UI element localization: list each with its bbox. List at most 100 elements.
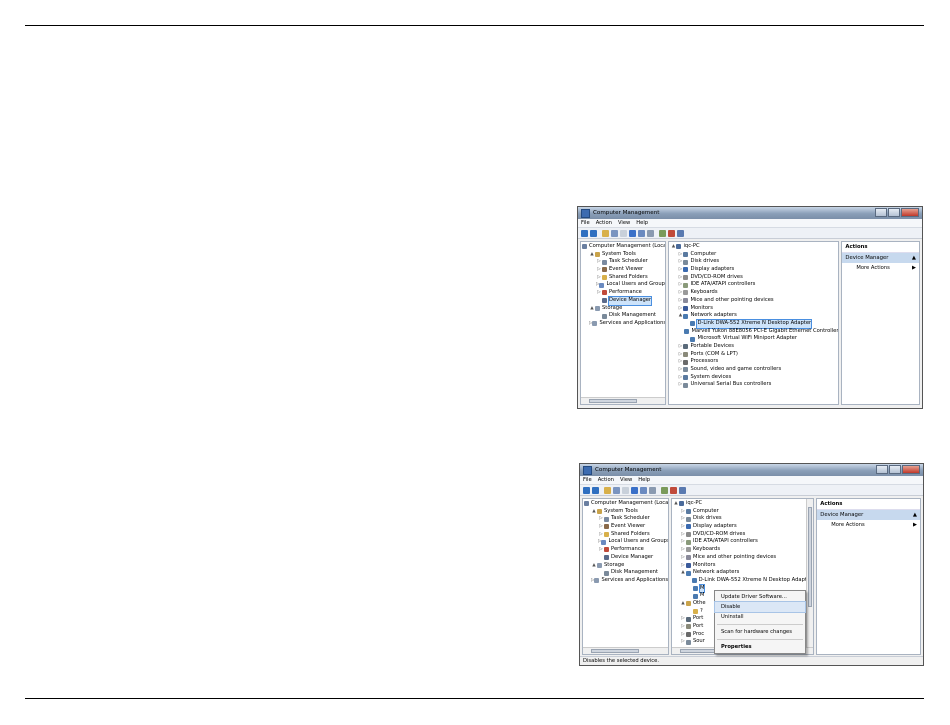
collapse-arrow-icon[interactable]: ▲ [913,512,917,518]
tree-item[interactable]: Computer Management (Local) [582,243,665,251]
tree-item[interactable]: ▲ iqc-PC [670,243,837,251]
tree-item[interactable]: ▲ System Tools [584,508,667,516]
actions-device-manager[interactable]: Device Manager ▲ [842,253,919,263]
tree-item[interactable]: ▷ DVD/CD-ROM drives [670,274,837,282]
ctx-properties[interactable]: Properties [715,642,805,652]
tree-item[interactable]: D-Link DWA-552 Xtreme N Desktop Adapter [670,318,837,329]
minimize-button[interactable] [876,465,888,474]
toolbar-button-icon[interactable] [640,486,647,494]
tree-item[interactable]: ▷ Monitors [670,305,837,313]
horizontal-scrollbar[interactable] [583,647,668,654]
tree-item[interactable]: Device Manager [584,554,667,562]
menu-action[interactable]: Action [598,477,614,483]
tree-item[interactable]: Device Manager [582,295,664,306]
tree-item[interactable]: ▷ Services and Applications [584,577,668,585]
menu-help[interactable]: Help [636,220,648,226]
tree-item[interactable]: ▷ Local Users and Groups [582,281,665,289]
tree-item[interactable]: ▷ Display adapters [670,266,837,274]
toolbar-button-icon[interactable] [638,229,645,237]
tree-item[interactable]: Disk Management [584,569,667,577]
tree-item[interactable]: ▷ Performance [582,289,664,297]
tree-item[interactable]: ▲ Network adapters [670,312,837,320]
tree-item[interactable]: ▲ iqc-PC [673,500,812,508]
tree-item[interactable]: ▷ Monitors [673,562,812,570]
tree-item[interactable]: ▲ Storage [582,305,664,313]
tree-item[interactable]: Marvell Yukon 88E8056 PCI-E Gigabit Ethe… [670,328,838,336]
tree-item[interactable]: ▷ Universal Serial Bus controllers [670,381,837,389]
tree-item[interactable]: ▷ Mice and other pointing devices [673,554,812,562]
tree-item[interactable]: ▷ Ports (COM & LPT) [670,351,837,359]
tree-item[interactable]: ▲ Storage [584,562,667,570]
toolbar-button-icon[interactable] [661,486,668,494]
toolbar-button-icon[interactable] [604,486,611,494]
tree-item[interactable]: ▷ Processors [670,358,837,366]
title-bar[interactable]: Computer Management [578,207,922,219]
tree-item[interactable]: ▷ Computer [673,508,812,516]
maximize-button[interactable] [889,465,901,474]
menu-view[interactable]: View [618,220,630,226]
tree-item[interactable]: ▷ IDE ATA/ATAPI controllers [670,281,837,289]
horizontal-scrollbar[interactable] [581,397,666,404]
toolbar-button-icon[interactable] [581,229,588,237]
tree-item[interactable]: ▷ Event Viewer [582,266,664,274]
tree-item[interactable]: ▷ Computer [670,251,837,259]
title-bar[interactable]: Computer Management [580,464,923,476]
toolbar-button-icon[interactable] [611,229,618,237]
toolbar-button-icon[interactable] [668,229,675,237]
toolbar-button-icon[interactable] [592,486,599,494]
tree-item[interactable]: ▷ Shared Folders [582,274,664,282]
toolbar-button-icon[interactable] [590,229,597,237]
tree-item[interactable]: ▷ Portable Devices [670,343,837,351]
tree-item[interactable]: Disk Management [582,312,664,320]
more-actions[interactable]: More Actions ▶ [842,263,919,273]
tree-item[interactable]: ▷ Task Scheduler [582,258,664,266]
tree-item[interactable]: ▷ Shared Folders [584,531,667,539]
tree-item[interactable]: ▷ Performance [584,546,667,554]
toolbar-button-icon[interactable] [649,486,656,494]
close-button[interactable] [901,208,919,217]
toolbar-button-icon[interactable] [679,486,686,494]
ctx-scan-hardware[interactable]: Scan for hardware changes [715,627,805,637]
tree-item[interactable]: ▷ Local Users and Groups [584,538,668,546]
tree-item[interactable]: ▷ Event Viewer [584,523,667,531]
toolbar-button-icon[interactable] [620,229,627,237]
menu-view[interactable]: View [620,477,632,483]
toolbar-button-icon[interactable] [602,229,609,237]
toolbar-button-icon[interactable] [659,229,666,237]
tree-item[interactable]: ▷ Services and Applications [582,320,665,328]
menu-action[interactable]: Action [596,220,612,226]
tree-item[interactable]: ▷ Keyboards [673,546,812,554]
toolbar-button-icon[interactable] [583,486,590,494]
collapse-arrow-icon[interactable]: ▲ [912,255,916,261]
menu-help[interactable]: Help [638,477,650,483]
tree-item[interactable]: ▲ Network adapters [673,569,812,577]
toolbar-button-icon[interactable] [613,486,620,494]
tree-item[interactable]: ▷ Display adapters [673,523,812,531]
tree-item[interactable]: ▷ System devices [670,374,837,382]
menu-file[interactable]: File [583,477,592,483]
toolbar-button-icon[interactable] [631,486,638,494]
ctx-uninstall[interactable]: Uninstall [715,612,805,622]
tree-item[interactable]: Microsoft Virtual WiFi Miniport Adapter [670,335,837,343]
ctx-disable[interactable]: Disable [714,601,806,613]
toolbar-button-icon[interactable] [670,486,677,494]
tree-item[interactable]: D-Link DWA-552 Xtreme N Desktop Adapter [673,577,812,585]
tree-item[interactable]: ▲ System Tools [582,251,664,259]
close-button[interactable] [902,465,920,474]
toolbar-button-icon[interactable] [677,229,684,237]
tree-item[interactable]: Computer Management (Local) [584,500,668,508]
vertical-scrollbar[interactable] [806,499,814,654]
tree-item[interactable]: ▷ Keyboards [670,289,837,297]
tree-item[interactable]: ▷ Mice and other pointing devices [670,297,837,305]
tree-item[interactable]: ▷ Disk drives [673,515,812,523]
actions-device-manager[interactable]: Device Manager ▲ [817,510,920,520]
toolbar-button-icon[interactable] [622,486,629,494]
toolbar-button-icon[interactable] [647,229,654,237]
minimize-button[interactable] [875,208,887,217]
tree-item[interactable]: ▷ Disk drives [670,258,837,266]
tree-item[interactable]: ▷ Sound, video and game controllers [670,366,837,374]
toolbar-button-icon[interactable] [629,229,636,237]
menu-file[interactable]: File [581,220,590,226]
more-actions[interactable]: More Actions ▶ [817,520,920,530]
tree-item[interactable]: ▷ IDE ATA/ATAPI controllers [673,538,812,546]
